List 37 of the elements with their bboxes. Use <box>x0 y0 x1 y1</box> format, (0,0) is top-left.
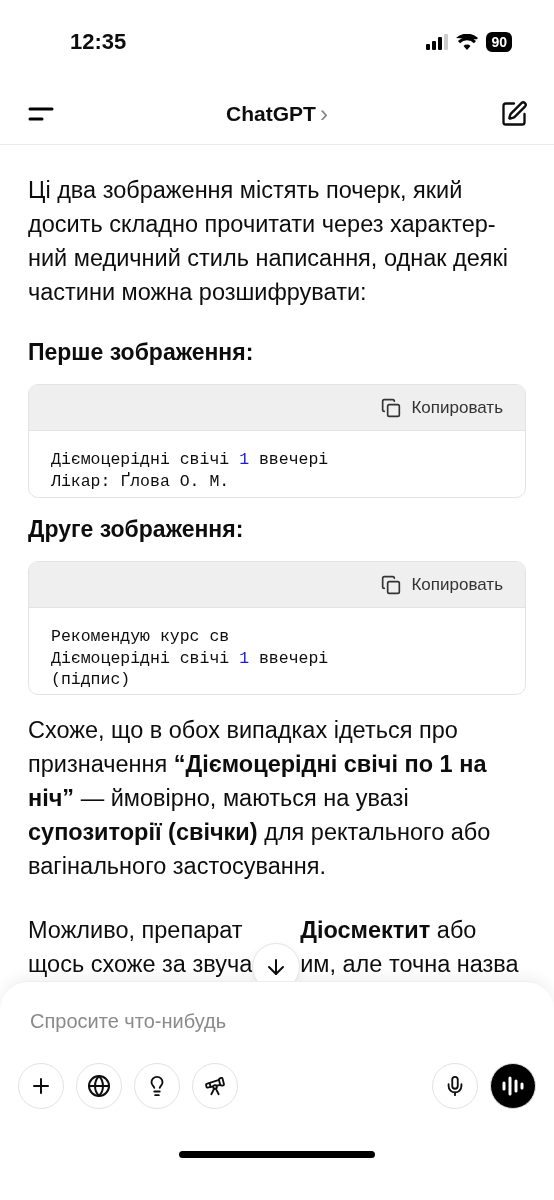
research-button[interactable] <box>192 1063 238 1109</box>
copy-icon <box>381 574 402 595</box>
battery-level: 90 <box>486 32 512 52</box>
message-text: Можливо, препарат <box>28 916 244 945</box>
wifi-icon <box>456 34 479 50</box>
new-chat-button[interactable] <box>500 100 528 128</box>
code-line: Лікар: Ґлова О. М. <box>51 470 231 492</box>
message-input[interactable]: Спросите что-нибудь <box>18 1010 536 1033</box>
scroll-down-button[interactable] <box>252 943 301 981</box>
edit-icon <box>500 100 528 128</box>
status-time: 12:35 <box>70 29 127 55</box>
copy-button[interactable]: Копировать <box>381 574 503 595</box>
message-text: им, але точна назва <box>300 950 519 979</box>
section-heading: Перше зображення: <box>28 339 255 366</box>
copy-button[interactable]: Копировать <box>381 397 503 418</box>
add-button[interactable] <box>18 1063 64 1109</box>
message-paragraph: Ці два зображення містять почерк, який досить складно прочитати через характер-ний медичний стиль написання, однак деякі частини можна розшифрувати: <box>28 176 510 307</box>
voice-mode-button[interactable] <box>490 1063 536 1109</box>
code-line: Діємоцерідні свічі 1 ввечері <box>51 647 330 670</box>
waveform-icon <box>501 1075 525 1097</box>
globe-icon <box>87 1074 111 1098</box>
message-paragraph: Схоже, що в обох випадках ідеться про призначення “Діємоцерідні свічі по 1 на ніч” — ймовірно, маються на увазі супозиторії (свічки) для ректального або вагінального застосування. <box>28 716 492 881</box>
menu-button[interactable] <box>28 106 54 122</box>
signal-icon <box>426 34 449 50</box>
chat-title[interactable]: ChatGPT › <box>226 100 328 128</box>
telescope-icon <box>204 1075 226 1097</box>
message-text: щось схоже за звуча <box>28 950 253 979</box>
section-heading: Друге зображення: <box>28 516 245 544</box>
reason-button[interactable] <box>134 1063 180 1109</box>
code-line: Діємоцерідні свічі 1 ввечері <box>51 449 330 471</box>
menu-icon <box>28 106 54 122</box>
copy-icon <box>381 397 402 418</box>
search-web-button[interactable] <box>76 1063 122 1109</box>
code-line: (підпис) <box>51 669 132 691</box>
code-line: Рекомендую курс св <box>51 626 231 648</box>
dictate-button[interactable] <box>432 1063 478 1109</box>
message-text: Діосмектит або <box>300 916 478 945</box>
